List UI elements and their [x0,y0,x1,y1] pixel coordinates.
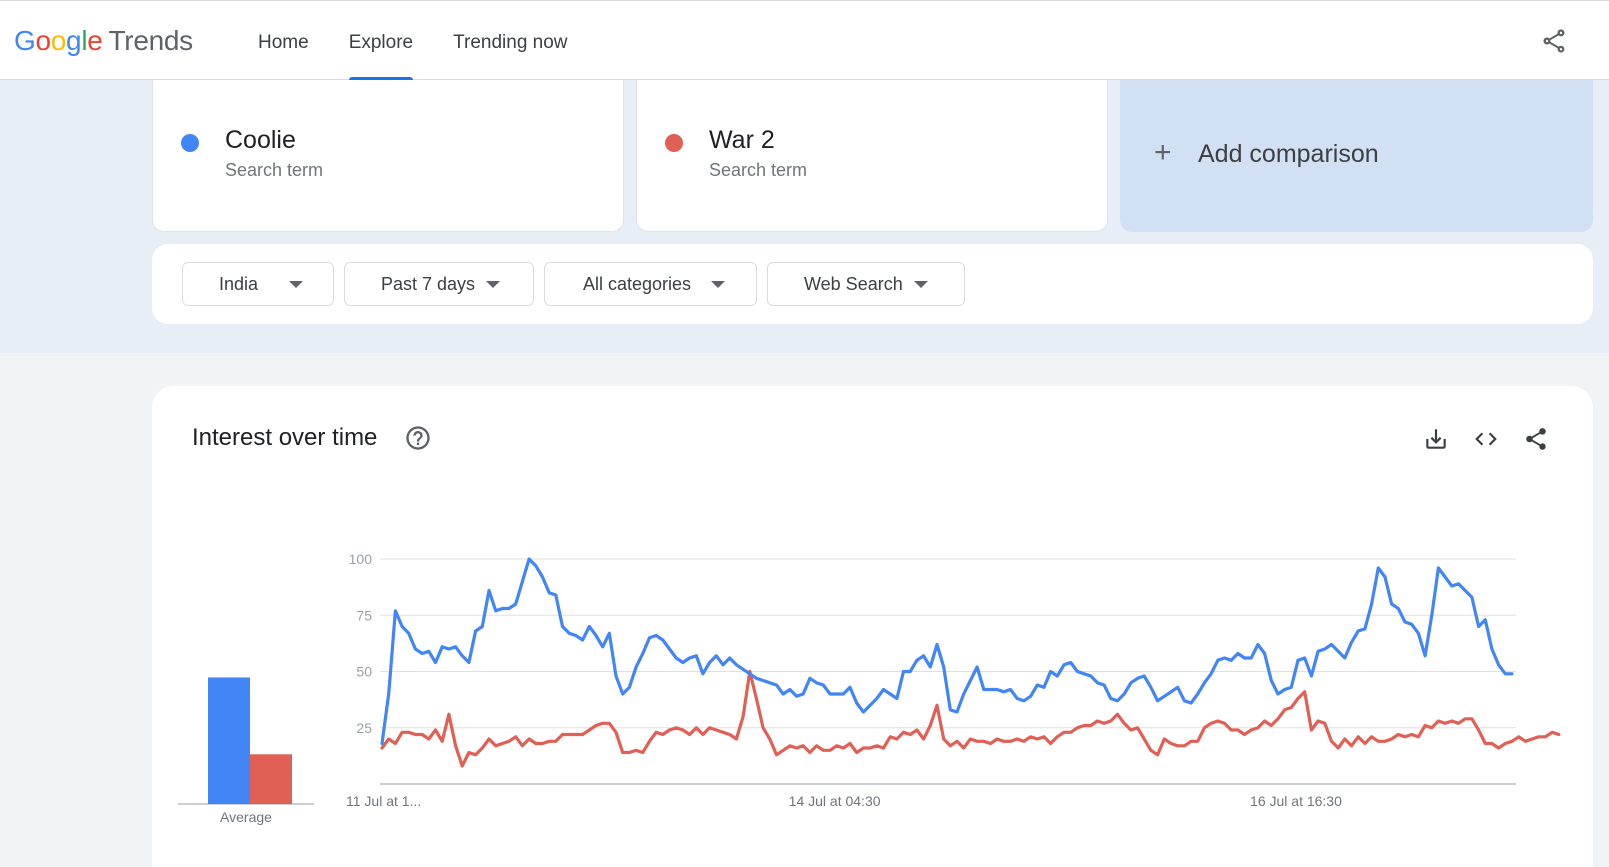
term-type: Search term [225,160,324,180]
term-name: Coolie [225,126,296,154]
term-color-dot [665,134,683,152]
time-range-select[interactable]: Past 7 days [344,262,534,306]
term-name: War 2 [709,126,775,154]
search-property-select[interactable]: Web Search [767,262,965,306]
series-line-coolie [380,557,1514,746]
chevron-down-icon [289,281,303,288]
logo-letter: G [14,25,36,56]
x-tick-label: 11 Jul at 1... [346,793,421,809]
share-icon[interactable] [1540,27,1568,55]
google-trends-logo[interactable]: Google Trends [14,25,193,57]
add-comparison-button[interactable]: + Add comparison [1120,80,1593,232]
chevron-down-icon [486,281,500,288]
search-property-value: Web Search [804,274,903,294]
term-card-coolie[interactable]: Coolie Search term [152,80,624,232]
x-tick-label: 16 Jul at 16:30 [1250,793,1342,809]
region-value: India [219,274,259,294]
term-type: Search term [709,160,808,180]
category-select[interactable]: All categories [544,262,757,306]
average-bar-war-2 [250,754,292,804]
category-value: All categories [583,274,692,294]
average-label: Average [220,809,272,825]
y-tick-label: 25 [356,720,372,736]
logo-letter: o [50,25,67,56]
chevron-down-icon [711,281,725,288]
interest-over-time-card: Interest over time Average 25 50 75 100 11 Ju… [152,386,1593,867]
logo-letter: g [66,25,82,56]
plus-icon: + [1154,136,1172,169]
interest-over-time-chart: Average 25 50 75 100 11 Jul at 1... 14 Jul at … [178,551,1561,825]
nav-explore[interactable]: Explore [329,1,433,81]
main-nav: Home Explore Trending now [238,1,588,81]
chevron-down-icon [914,281,928,288]
nav-home[interactable]: Home [238,1,329,81]
nav-trending-now[interactable]: Trending now [433,1,587,81]
y-tick-label: 75 [356,607,372,623]
logo-letter: e [87,25,103,56]
y-tick-label: 50 [356,664,372,680]
time-range-value: Past 7 days [381,274,476,294]
logo-product-name: Trends [108,25,194,56]
average-bar-coolie [208,677,250,804]
region-select[interactable]: India [182,262,334,306]
term-card-war-2[interactable]: War 2 Search term [636,80,1108,232]
logo-letter: o [35,25,51,56]
y-tick-label: 100 [349,551,373,567]
x-tick-label: 14 Jul at 04:30 [789,793,881,809]
filter-bar: India Past 7 days All categories Web Sea… [152,244,1593,324]
term-color-dot [181,134,199,152]
add-comparison-label: Add comparison [1198,140,1379,168]
series-line-war-2 [380,669,1561,768]
app-header: Google Trends Home Explore Trending now [0,0,1609,81]
